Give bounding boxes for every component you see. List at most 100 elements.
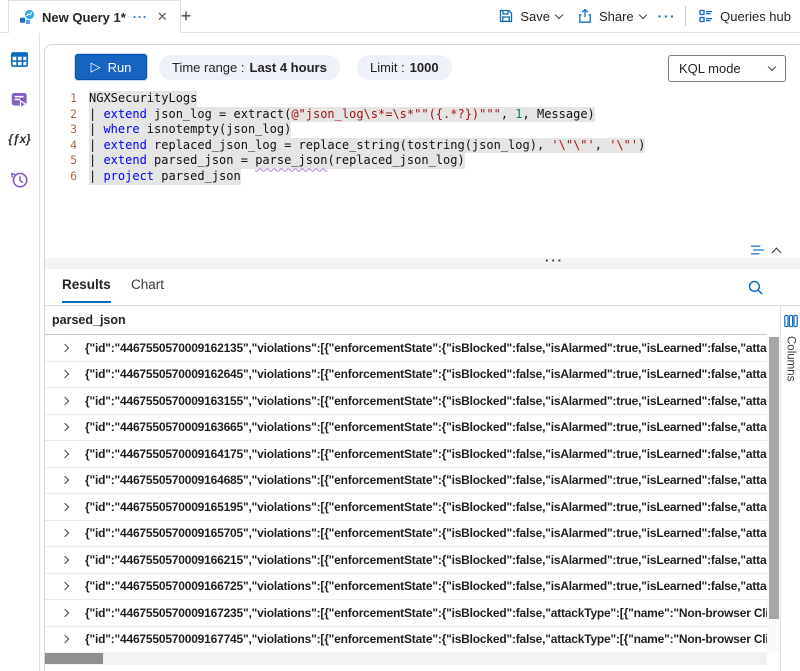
query-mode-select[interactable]: KQL mode xyxy=(668,55,786,82)
queries-hub-label: Queries hub xyxy=(720,9,791,24)
row-json-text: {"id":"4467550570009162135","violations"… xyxy=(85,341,767,355)
editor-collapse-controls[interactable] xyxy=(749,243,780,257)
collapse-panel-icon[interactable] xyxy=(772,247,782,257)
columns-panel-tab[interactable]: Columns xyxy=(780,306,800,671)
code-line[interactable]: 3| where isnotempty(json_log) xyxy=(45,122,800,138)
chevron-down-icon xyxy=(638,10,646,18)
line-number: 4 xyxy=(45,138,77,154)
expand-row-icon[interactable] xyxy=(45,451,85,457)
tab-chart[interactable]: Chart xyxy=(131,277,164,301)
expand-row-icon[interactable] xyxy=(45,636,85,642)
splitter-handle[interactable]: ··· xyxy=(545,253,564,268)
query-panel: ▷ Run Time range : Last 4 hours Limit : … xyxy=(44,44,800,671)
table-row[interactable]: {"id":"4467550570009162645","violations"… xyxy=(45,362,767,389)
queries-hub-button[interactable]: Queries hub xyxy=(695,8,794,24)
panel-splitter[interactable]: ··· xyxy=(45,258,800,269)
code-line-text[interactable]: NGXSecurityLogs xyxy=(89,91,197,107)
search-results-button[interactable] xyxy=(744,276,766,298)
horizontal-scrollbar[interactable] xyxy=(45,652,767,665)
code-line-text[interactable]: | project parsed_json xyxy=(89,169,241,185)
code-line-text[interactable]: | extend parsed_json = parse_json(replac… xyxy=(89,153,465,169)
table-row[interactable]: {"id":"4467550570009164685","violations"… xyxy=(45,468,767,495)
code-line-text[interactable]: | where isnotempty(json_log) xyxy=(89,122,291,138)
vertical-scrollbar[interactable] xyxy=(767,335,780,653)
expand-row-icon[interactable] xyxy=(45,477,85,483)
row-json-text: {"id":"4467550570009164175","violations"… xyxy=(85,447,767,461)
tab-more-icon[interactable]: ··· xyxy=(133,10,148,24)
table-row[interactable]: {"id":"4467550570009167745","violations"… xyxy=(45,627,767,654)
limit-pill[interactable]: Limit : 1000 xyxy=(357,55,452,80)
table-row[interactable]: {"id":"4467550570009162135","violations"… xyxy=(45,335,767,362)
columns-label: Columns xyxy=(785,336,797,381)
divider xyxy=(685,6,686,26)
table-row[interactable]: {"id":"4467550570009166215","violations"… xyxy=(45,547,767,574)
query-mode-value: KQL mode xyxy=(679,61,741,76)
share-label: Share xyxy=(599,9,634,24)
row-json-text: {"id":"4467550570009164685","violations"… xyxy=(85,473,767,487)
expand-row-icon[interactable] xyxy=(45,424,85,430)
new-tab-button[interactable]: + xyxy=(174,4,198,28)
chevron-down-icon xyxy=(768,63,776,71)
tables-icon[interactable] xyxy=(10,49,30,69)
expand-row-icon[interactable] xyxy=(45,610,85,616)
query-toolbar: ▷ Run Time range : Last 4 hours Limit : … xyxy=(45,45,800,91)
code-line[interactable]: 2| extend json_log = extract(@"json_log\… xyxy=(45,107,800,123)
table-row[interactable]: {"id":"4467550570009167235","violations"… xyxy=(45,600,767,627)
table-row[interactable]: {"id":"4467550570009163155","violations"… xyxy=(45,388,767,415)
time-range-pill[interactable]: Time range : Last 4 hours xyxy=(159,55,340,80)
row-json-text: {"id":"4467550570009165705","violations"… xyxy=(85,526,767,540)
table-row[interactable]: {"id":"4467550570009165705","violations"… xyxy=(45,521,767,548)
code-line[interactable]: 4 | extend replaced_json_log = replace_st… xyxy=(45,138,800,154)
top-actions: Save Share ··· xyxy=(495,0,794,32)
left-sidebar: {ƒx} xyxy=(0,33,40,671)
table-row[interactable]: {"id":"4467550570009165195","violations"… xyxy=(45,494,767,521)
run-button[interactable]: ▷ Run xyxy=(75,54,147,80)
columns-icon xyxy=(784,314,798,328)
code-line-text[interactable]: | extend json_log = extract(@"json_log\s… xyxy=(89,107,595,123)
expand-row-icon[interactable] xyxy=(45,371,85,377)
expand-row-icon[interactable] xyxy=(45,530,85,536)
line-number: 1 xyxy=(45,91,77,107)
line-number: 5 xyxy=(45,153,77,169)
code-line-text[interactable]: | extend replaced_json_log = replace_str… xyxy=(89,138,645,154)
expand-row-icon[interactable] xyxy=(45,398,85,404)
time-range-value: Last 4 hours xyxy=(250,60,327,75)
code-line[interactable]: 6 | project parsed_json xyxy=(45,169,800,185)
functions-icon[interactable]: {ƒx} xyxy=(10,129,30,149)
share-button[interactable]: Share xyxy=(574,8,649,24)
line-number: 6 xyxy=(45,169,77,185)
code-line[interactable]: 5 | extend parsed_json = parse_json(repla… xyxy=(45,153,800,169)
code-editor[interactable]: 1 NGXSecurityLogs2| extend json_log = ext… xyxy=(45,91,800,241)
table-row[interactable]: {"id":"4467550570009166725","violations"… xyxy=(45,574,767,601)
tab-title: New Query 1* xyxy=(42,10,126,25)
tab-results[interactable]: Results xyxy=(62,277,111,303)
expand-row-icon[interactable] xyxy=(45,345,85,351)
saved-queries-icon[interactable] xyxy=(10,89,30,109)
queries-hub-icon xyxy=(698,8,714,24)
horizontal-scrollbar-thumb[interactable] xyxy=(45,653,103,664)
expand-row-icon[interactable] xyxy=(45,504,85,510)
column-header-parsed-json[interactable]: parsed_json xyxy=(45,306,767,335)
query-tab-bar: New Query 1* ··· ✕ + Save xyxy=(0,0,800,33)
save-label: Save xyxy=(520,9,550,24)
expand-row-icon[interactable] xyxy=(45,557,85,563)
tab-new-query-1[interactable]: New Query 1* ··· ✕ xyxy=(8,0,181,33)
tab-close-icon[interactable]: ✕ xyxy=(155,9,170,25)
code-lines: 1 NGXSecurityLogs2| extend json_log = ext… xyxy=(45,91,800,185)
adx-app-icon xyxy=(19,9,35,25)
run-label: Run xyxy=(108,60,132,75)
vertical-scrollbar-thumb[interactable] xyxy=(769,337,779,619)
share-icon xyxy=(577,8,593,24)
more-actions-button[interactable]: ··· xyxy=(658,8,677,24)
row-json-text: {"id":"4467550570009163155","violations"… xyxy=(85,394,767,408)
row-json-text: {"id":"4467550570009167235","violations"… xyxy=(85,606,767,620)
row-json-text: {"id":"4467550570009166215","violations"… xyxy=(85,553,767,567)
row-json-text: {"id":"4467550570009165195","violations"… xyxy=(85,500,767,514)
expand-row-icon[interactable] xyxy=(45,583,85,589)
code-line[interactable]: 1 NGXSecurityLogs xyxy=(45,91,800,107)
save-button[interactable]: Save xyxy=(495,8,565,24)
table-row[interactable]: {"id":"4467550570009164175","violations"… xyxy=(45,441,767,468)
run-icon: ▷ xyxy=(91,59,101,75)
table-row[interactable]: {"id":"4467550570009163665","violations"… xyxy=(45,415,767,442)
history-icon[interactable] xyxy=(10,169,30,189)
